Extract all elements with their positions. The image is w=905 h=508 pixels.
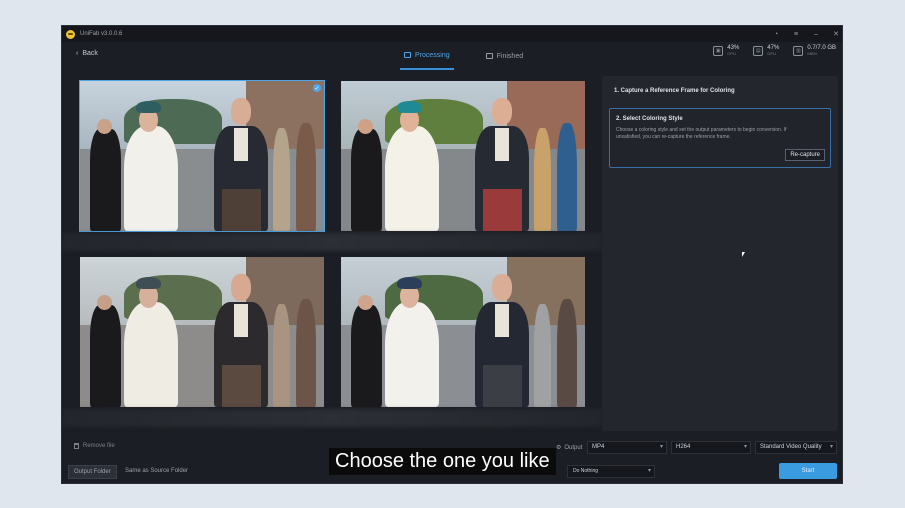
row-label-strip <box>62 409 602 427</box>
after-done-select[interactable]: Do Nothing <box>567 465 655 478</box>
remove-file-label: Remove file <box>83 443 115 449</box>
memory-icon: ▥ <box>793 46 804 56</box>
chevron-left-icon: ‹ <box>76 50 79 57</box>
output-label: ⚙ Output <box>556 444 583 452</box>
stat-cpu: ▣ 43% CPU <box>713 45 739 57</box>
codec-select[interactable]: H264 <box>671 441 751 454</box>
steps-panel: 1. Capture a Reference Frame for Colorin… <box>602 76 838 431</box>
title-bar: UniFab v3.0.0.6 ◔ ≡ – ✕ <box>62 26 842 42</box>
step-2-title: 2. Select Coloring Style <box>616 116 683 122</box>
app-window: UniFab v3.0.0.6 ◔ ≡ – ✕ ‹ Back Processin… <box>61 25 843 484</box>
feedback-icon[interactable]: ◔ <box>772 31 780 38</box>
style-option-2[interactable] <box>341 81 585 231</box>
memory-label: MEM <box>807 51 817 56</box>
close-icon[interactable]: ✕ <box>832 30 840 38</box>
output-folder-value: Same as Source Folder <box>125 468 189 474</box>
top-nav: ‹ Back Processing Finished ▣ 43% CPU ▤ 4… <box>62 42 842 70</box>
settings-icon: ⚙ <box>556 445 562 451</box>
row-label-strip <box>62 233 602 251</box>
style-option-4[interactable] <box>341 257 585 407</box>
tab-finished-label: Finished <box>496 52 524 60</box>
app-title: UniFab v3.0.0.6 <box>80 31 123 37</box>
recapture-button[interactable]: Re-capture <box>785 149 825 161</box>
mouse-cursor-icon <box>742 252 745 257</box>
gpu-icon: ▤ <box>753 46 764 56</box>
selected-check-icon: ✓ <box>313 84 321 92</box>
stat-memory: ▥ 0.7/7.0 GB MEM <box>793 45 836 57</box>
tab-processing[interactable]: Processing <box>400 42 454 70</box>
trash-icon <box>74 443 79 449</box>
style-option-1[interactable]: ✓ <box>79 80 325 232</box>
finished-icon <box>485 53 493 59</box>
cpu-label: CPU <box>727 51 736 56</box>
style-option-3[interactable] <box>80 257 324 407</box>
window-controls: ◔ ≡ – ✕ <box>772 26 840 42</box>
remove-file-button[interactable]: Remove file <box>74 443 115 449</box>
processing-icon <box>404 52 411 58</box>
step-1-title: 1. Capture a Reference Frame for Colorin… <box>614 88 735 94</box>
back-label: Back <box>82 50 98 57</box>
output-folder-button[interactable]: Output Folder <box>68 465 117 479</box>
tab-processing-label: Processing <box>415 51 450 59</box>
stat-gpu: ▤ 47% GPU <box>753 45 779 57</box>
format-select[interactable]: MP4 <box>587 441 667 454</box>
coloring-style-grid: ✓ <box>62 80 602 427</box>
frame-preview <box>341 257 585 407</box>
menu-icon[interactable]: ≡ <box>792 31 800 38</box>
back-button[interactable]: ‹ Back <box>76 50 98 57</box>
step-2-box: 2. Select Coloring Style Choose a colori… <box>609 108 831 168</box>
cpu-icon: ▣ <box>713 46 724 56</box>
output-label-text: Output <box>564 444 583 451</box>
frame-preview <box>80 81 324 231</box>
frame-preview <box>80 257 324 407</box>
system-stats: ▣ 43% CPU ▤ 47% GPU ▥ 0.7/7.0 GB MEM <box>713 45 836 57</box>
tab-bar: Processing Finished <box>400 42 527 70</box>
tab-finished[interactable]: Finished <box>482 42 527 70</box>
video-subtitle: Choose the one you like <box>329 448 556 475</box>
start-button[interactable]: Start <box>779 463 837 479</box>
step-2-description: Choose a coloring style and set the outp… <box>616 127 787 140</box>
minimize-icon[interactable]: – <box>812 31 820 38</box>
frame-preview <box>341 81 585 231</box>
quality-select[interactable]: Standard Video Quality <box>755 441 837 454</box>
app-logo-icon <box>66 29 75 39</box>
gpu-label: GPU <box>767 51 776 56</box>
